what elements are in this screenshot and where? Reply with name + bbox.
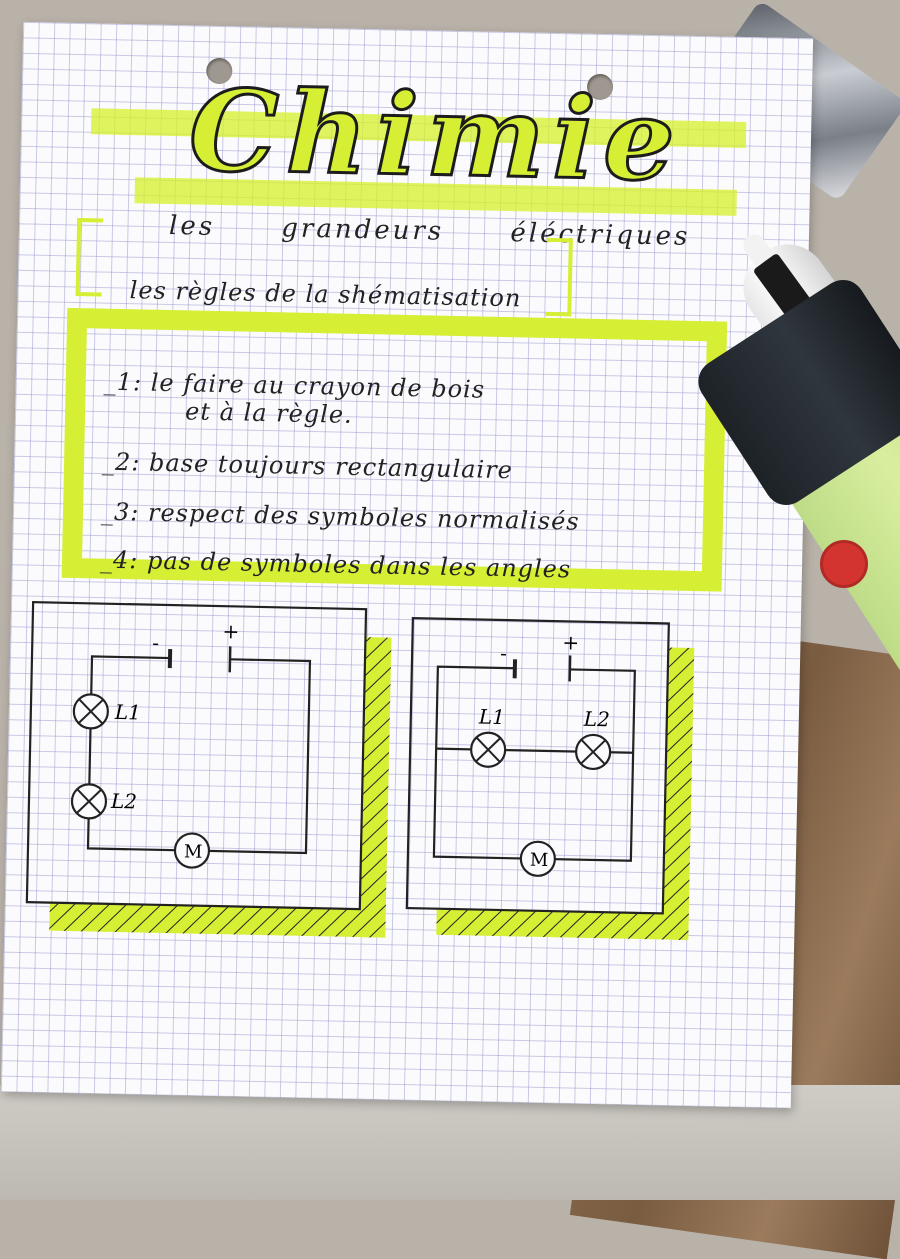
lamp-icon bbox=[471, 732, 506, 767]
circuit1-battery-plus bbox=[230, 646, 231, 672]
photo-scene: Chimie les grandeurs éléctriques les règ… bbox=[0, 0, 900, 1200]
circuit-parallel: - + L1 L2 M bbox=[406, 618, 695, 940]
circuit2-minus-label: - bbox=[500, 641, 507, 665]
circuit1-wires bbox=[88, 656, 310, 853]
circuit1-motor-label: M bbox=[184, 841, 203, 862]
circuit1-lamp1-label: L1 bbox=[114, 700, 142, 725]
lamp-icon bbox=[72, 784, 107, 819]
circuit-series: - + L1 L2 M bbox=[26, 602, 392, 937]
circuit2-battery-plus bbox=[570, 655, 571, 681]
circuit1-lamp2-label: L2 bbox=[110, 789, 138, 814]
circuit2-lamp1-label: L1 bbox=[478, 705, 506, 730]
circuit-drawings: - + L1 L2 M bbox=[1, 22, 813, 1108]
circuit1-minus-label: - bbox=[152, 631, 159, 655]
highlighter-logo-icon bbox=[820, 540, 868, 588]
circuit2-motor-label: M bbox=[530, 850, 549, 871]
circuit2-lamp2-label: L2 bbox=[583, 707, 611, 732]
notebook-sheet: Chimie les grandeurs éléctriques les règ… bbox=[1, 22, 813, 1108]
lamp-icon bbox=[576, 735, 611, 770]
lamp-icon bbox=[74, 694, 109, 729]
circuit2-plus-label: + bbox=[562, 630, 579, 654]
circuit1-plus-label: + bbox=[222, 619, 239, 643]
